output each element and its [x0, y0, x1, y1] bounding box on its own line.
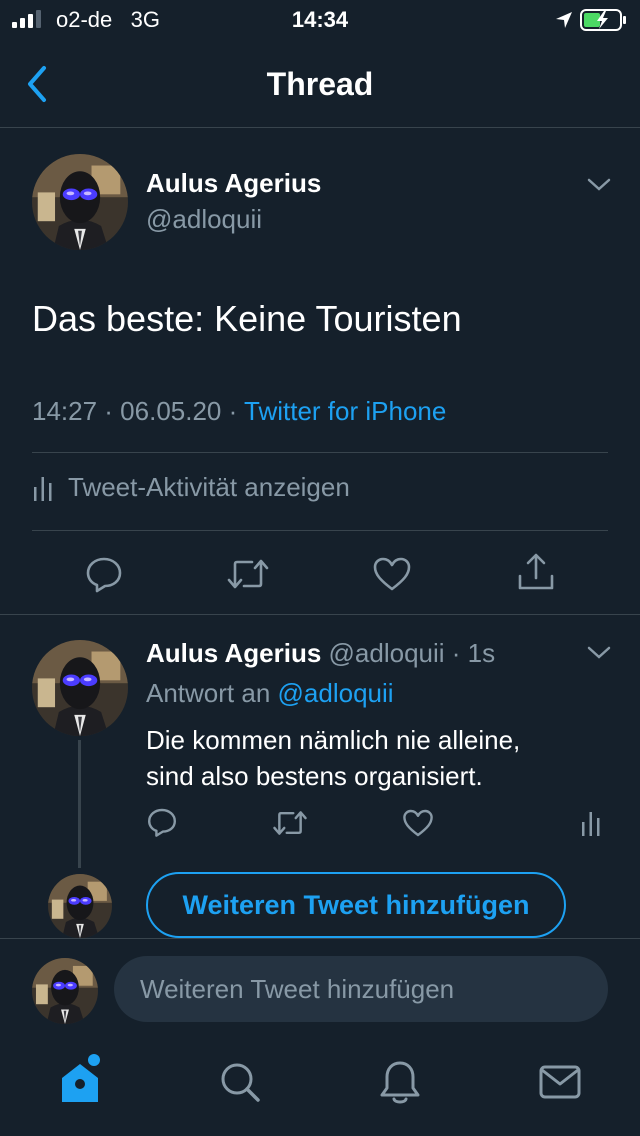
- tweet-text: Das beste: Keine Touristen: [32, 298, 462, 339]
- reply-icon[interactable]: [146, 806, 178, 838]
- status-time: 14:34: [291, 7, 349, 32]
- reply-to-line: Antwort an @adloquii: [146, 678, 394, 709]
- reply-to-mention[interactable]: @adloquii: [278, 678, 394, 708]
- reply-text-line: Die kommen nämlich nie alleine,: [146, 725, 521, 755]
- tweet-author-name[interactable]: Aulus Agerius: [146, 168, 321, 199]
- reply-text-line: sind also bestens organisiert.: [146, 761, 483, 791]
- tweet-meta: 14:27 · 06.05.20 · Twitter for iPhone: [32, 396, 446, 427]
- divider: [0, 614, 640, 615]
- tab-bar: [0, 1036, 640, 1136]
- activity-icon[interactable]: [580, 808, 602, 838]
- avatar[interactable]: [32, 640, 128, 736]
- activity-icon: [34, 476, 52, 501]
- like-icon[interactable]: [372, 556, 412, 592]
- nav-bar: Thread: [0, 42, 640, 128]
- avatar: [32, 958, 98, 1024]
- retweet-icon[interactable]: [226, 556, 270, 592]
- add-tweet-button[interactable]: Weiteren Tweet hinzufügen: [146, 872, 566, 938]
- reply-text: Die kommen nämlich nie alleine, sind als…: [146, 722, 586, 794]
- location-arrow-icon: [556, 12, 572, 28]
- reply-to-prefix: Antwort an: [146, 678, 278, 708]
- chevron-down-icon[interactable]: [586, 176, 612, 194]
- page-title: Thread: [266, 66, 374, 102]
- tweet-author-handle[interactable]: @adloquii: [146, 204, 262, 235]
- retweet-icon[interactable]: [272, 808, 308, 838]
- avatar[interactable]: [32, 154, 128, 250]
- search-icon[interactable]: [218, 1060, 262, 1104]
- reply-header: Aulus Agerius @adloquii · 1s: [146, 638, 495, 669]
- reply-author-name[interactable]: Aulus Agerius: [146, 638, 321, 668]
- home-notification-dot: [88, 1054, 100, 1066]
- share-icon[interactable]: [516, 552, 556, 592]
- reply-author-handle[interactable]: @adloquii · 1s: [329, 638, 496, 668]
- activity-label: Tweet-Aktivität anzeigen: [68, 472, 350, 502]
- status-bar: o2-de 3G 14:34: [0, 0, 640, 42]
- tweet-activity-link[interactable]: Tweet-Aktivität anzeigen: [32, 472, 350, 503]
- battery-charging-icon: [580, 9, 626, 31]
- reply-composer-input[interactable]: Weiteren Tweet hinzufügen: [114, 956, 608, 1022]
- chevron-down-icon[interactable]: [586, 644, 612, 662]
- like-icon[interactable]: [402, 808, 434, 838]
- home-icon[interactable]: [58, 1060, 102, 1104]
- notifications-icon[interactable]: [378, 1060, 422, 1106]
- reply-icon[interactable]: [84, 554, 124, 594]
- thread-line: [78, 740, 81, 868]
- messages-icon[interactable]: [538, 1060, 582, 1104]
- tweet-source[interactable]: Twitter for iPhone: [244, 396, 446, 426]
- avatar: [48, 874, 112, 938]
- tweet-timestamp: 14:27 · 06.05.20 ·: [32, 396, 245, 426]
- divider: [32, 452, 608, 453]
- divider: [32, 530, 608, 531]
